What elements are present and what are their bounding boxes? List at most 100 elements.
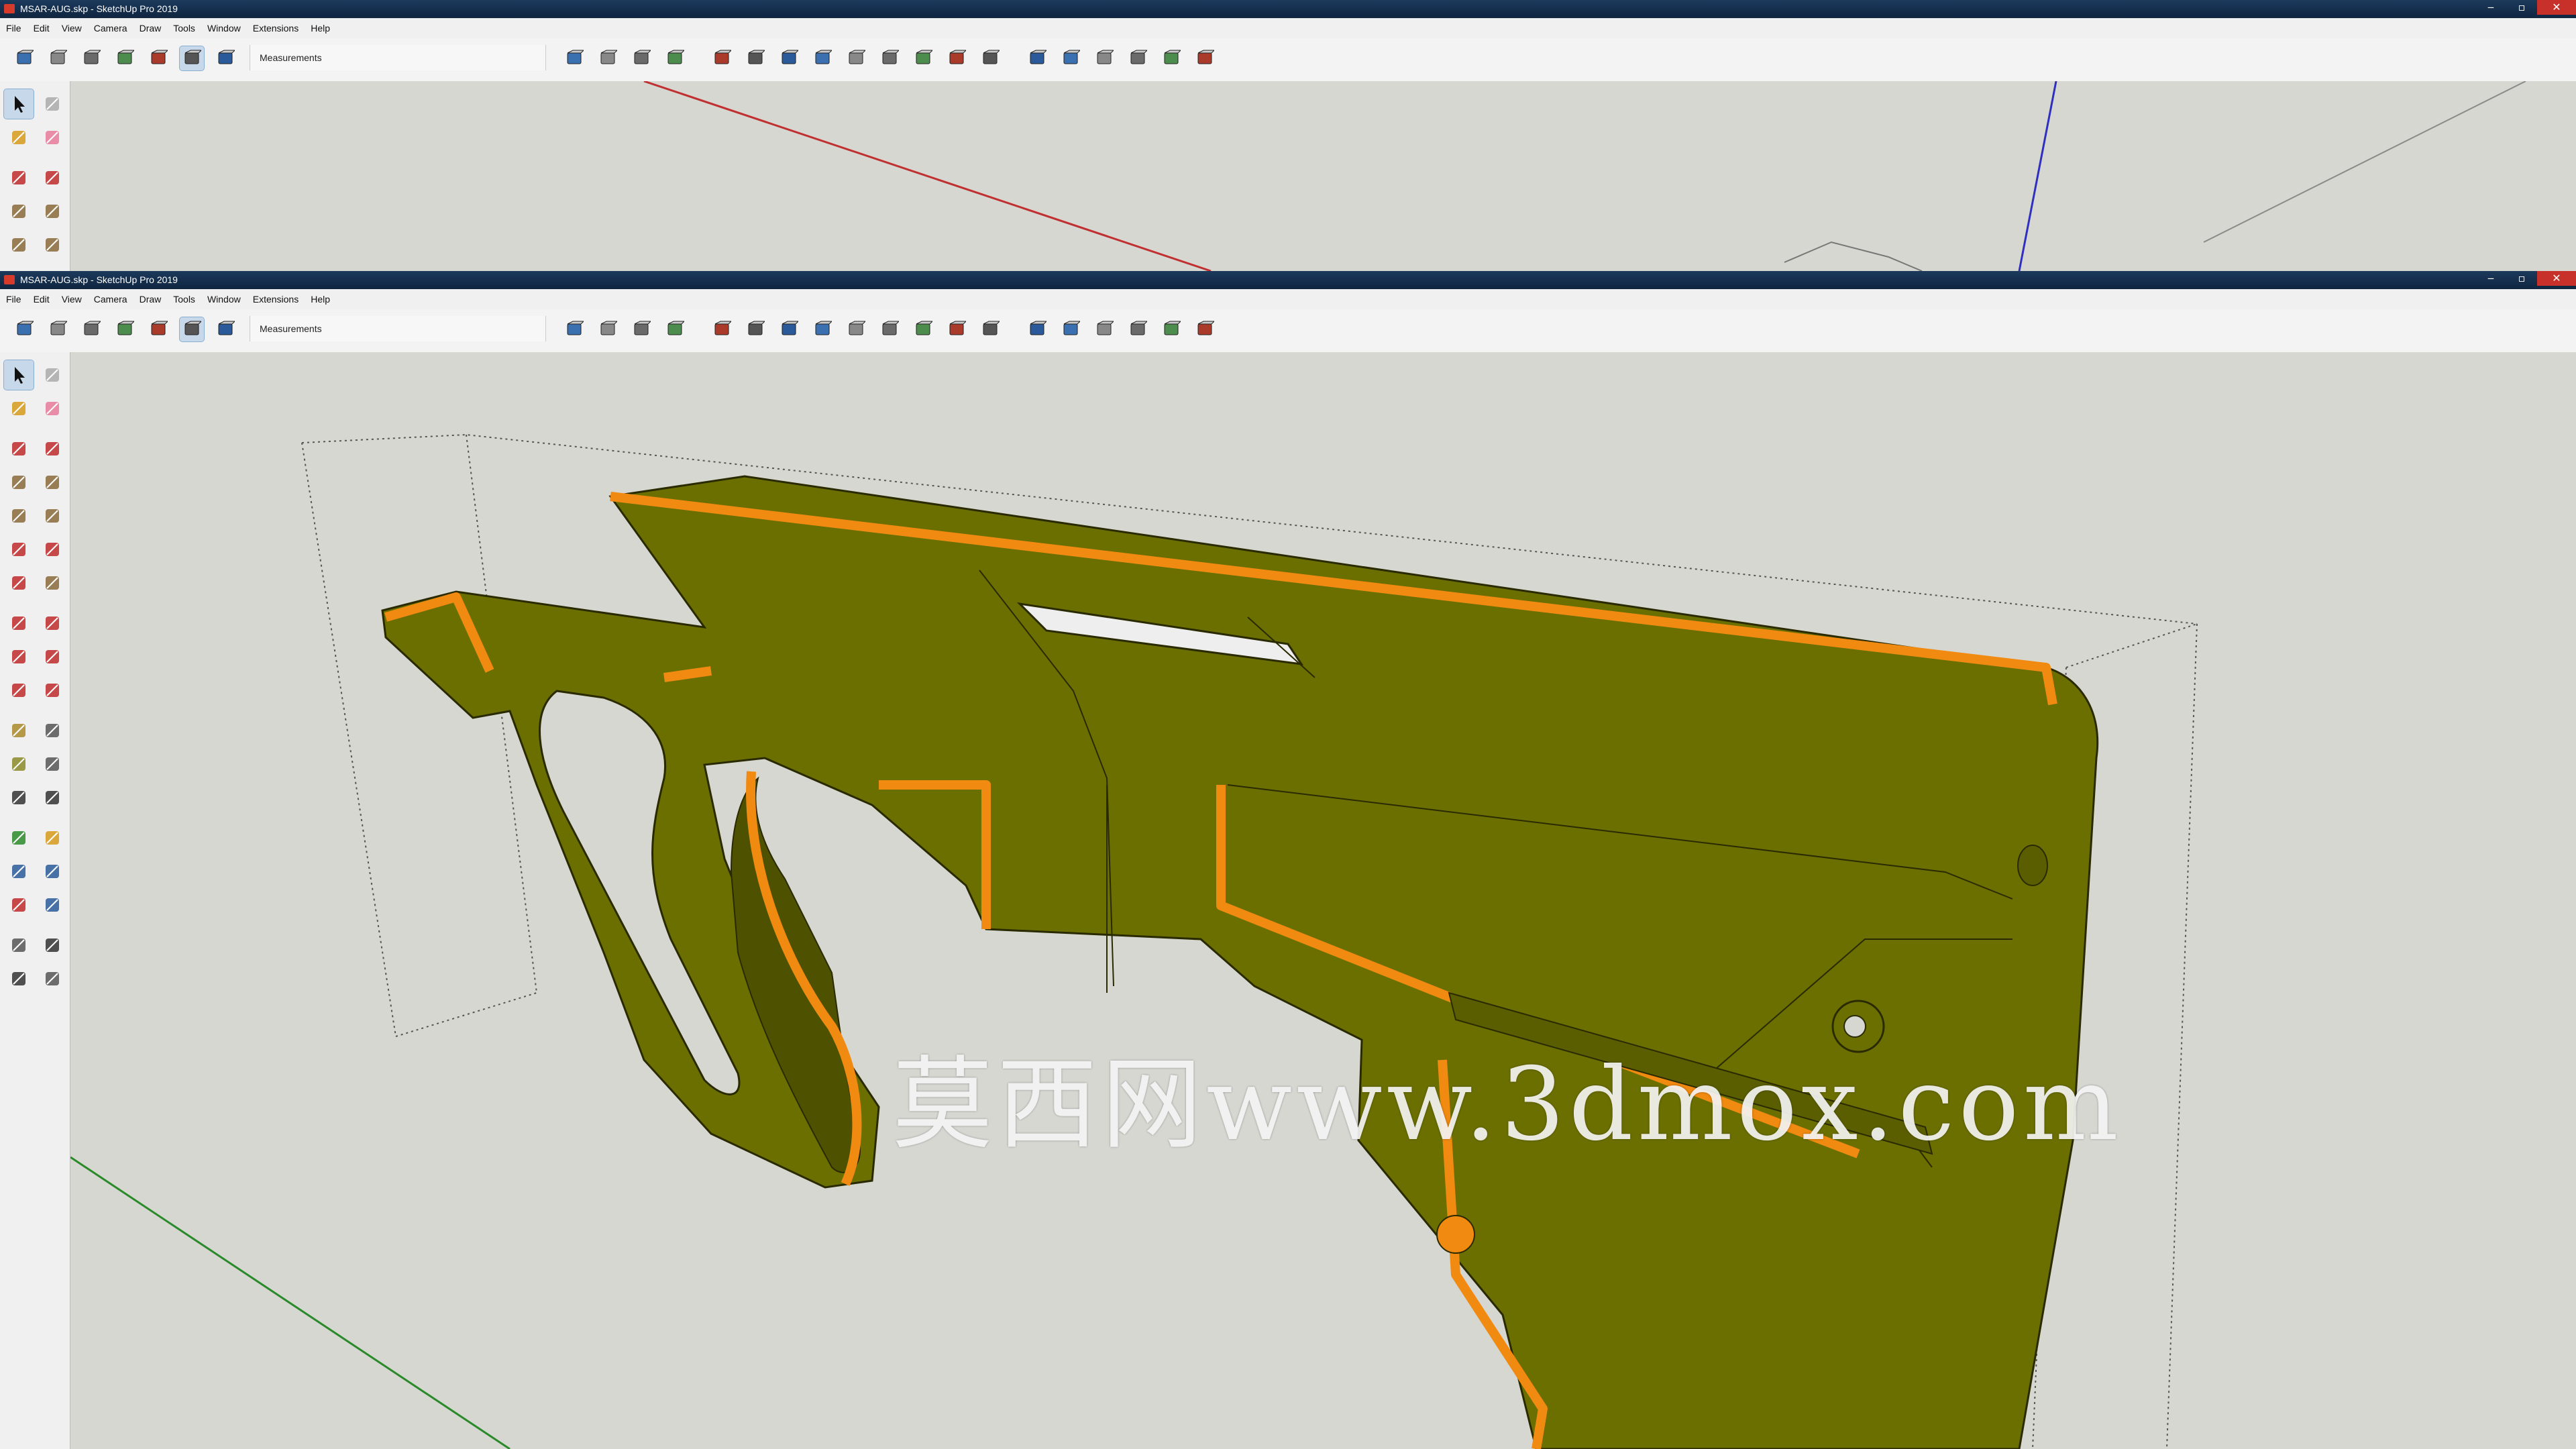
- flip-edge-icon[interactable]: [777, 46, 801, 70]
- two-point-arc-icon[interactable]: [38, 535, 67, 564]
- menu-view[interactable]: View: [56, 18, 88, 38]
- position-camera-icon[interactable]: [4, 930, 34, 960]
- model-viewport[interactable]: 莫西网www.3dmox.com: [70, 352, 2576, 1449]
- iso-view-icon[interactable]: [1025, 46, 1049, 70]
- measurements-box[interactable]: Measurements: [250, 316, 546, 341]
- menu-camera[interactable]: Camera: [88, 289, 133, 309]
- menu-edit[interactable]: Edit: [28, 289, 56, 309]
- menu-camera[interactable]: Camera: [88, 18, 133, 38]
- tape-measure-icon[interactable]: [4, 716, 34, 745]
- solid-intersect-icon[interactable]: [844, 46, 868, 70]
- menu-tools[interactable]: Tools: [167, 289, 201, 309]
- right-view-icon[interactable]: [1126, 46, 1150, 70]
- menu-tools[interactable]: Tools: [167, 18, 201, 38]
- polygon-icon[interactable]: [38, 230, 67, 260]
- section-plane-icon[interactable]: [38, 964, 67, 994]
- walk-icon[interactable]: [4, 964, 34, 994]
- menu-file[interactable]: File: [0, 18, 28, 38]
- rotated-rectangle-icon[interactable]: [38, 197, 67, 226]
- monochrome-icon[interactable]: [213, 317, 237, 341]
- axes-icon[interactable]: [4, 783, 34, 812]
- model-viewport[interactable]: [70, 81, 2576, 271]
- menu-window[interactable]: Window: [201, 289, 247, 309]
- paint-bucket-icon[interactable]: [4, 123, 34, 152]
- select-arrow-icon[interactable]: [3, 360, 34, 390]
- solid-outer-shell-icon[interactable]: [810, 46, 835, 70]
- previous-view-icon[interactable]: [38, 890, 67, 920]
- xray-icon[interactable]: [46, 46, 70, 70]
- iso-view-icon[interactable]: [1025, 317, 1049, 341]
- flip-edge-icon[interactable]: [777, 317, 801, 341]
- sandbox-scratch-icon[interactable]: [596, 46, 620, 70]
- shaded-icon[interactable]: [146, 46, 170, 70]
- menu-draw[interactable]: Draw: [133, 18, 168, 38]
- drape-icon[interactable]: [710, 317, 734, 341]
- menu-view[interactable]: View: [56, 289, 88, 309]
- monochrome-icon[interactable]: [213, 46, 237, 70]
- circle-icon[interactable]: [4, 501, 34, 531]
- protractor-icon[interactable]: [4, 749, 34, 779]
- shaded-textures-icon[interactable]: [179, 46, 205, 71]
- shaded-box-icon[interactable]: [12, 46, 36, 70]
- menu-extensions[interactable]: Extensions: [247, 289, 305, 309]
- minimize-button[interactable]: ‒: [2475, 0, 2506, 15]
- menu-draw[interactable]: Draw: [133, 289, 168, 309]
- shaded-box-icon[interactable]: [12, 317, 36, 341]
- add-detail-icon[interactable]: [743, 46, 767, 70]
- top-view-icon[interactable]: [1059, 317, 1083, 341]
- stamp-icon[interactable]: [663, 317, 687, 341]
- right-view-icon[interactable]: [1126, 317, 1150, 341]
- left-view-icon[interactable]: [1193, 317, 1217, 341]
- menu-file[interactable]: File: [0, 289, 28, 309]
- left-view-icon[interactable]: [1193, 46, 1217, 70]
- pan-icon[interactable]: [38, 823, 67, 853]
- maximize-button[interactable]: ▫: [2506, 0, 2537, 15]
- polygon-icon[interactable]: [38, 501, 67, 531]
- sandbox-smoove-icon[interactable]: [629, 46, 653, 70]
- select-arrow-icon[interactable]: [3, 89, 34, 119]
- rectangle-icon[interactable]: [4, 468, 34, 497]
- line-pencil-icon[interactable]: [4, 163, 34, 193]
- front-view-icon[interactable]: [1092, 317, 1116, 341]
- follow-me-icon[interactable]: [38, 642, 67, 672]
- solid-subtract-icon[interactable]: [911, 46, 935, 70]
- stamp-icon[interactable]: [663, 46, 687, 70]
- move-icon[interactable]: [4, 608, 34, 638]
- back-view-icon[interactable]: [1159, 317, 1183, 341]
- solid-trim-icon[interactable]: [945, 46, 969, 70]
- solid-split-icon[interactable]: [978, 317, 1002, 341]
- menu-help[interactable]: Help: [305, 18, 336, 38]
- menu-help[interactable]: Help: [305, 289, 336, 309]
- push-pull-icon[interactable]: [38, 608, 67, 638]
- line-pencil-icon[interactable]: [4, 434, 34, 464]
- scale-icon[interactable]: [4, 676, 34, 705]
- solid-trim-icon[interactable]: [945, 317, 969, 341]
- solid-union-icon[interactable]: [877, 317, 902, 341]
- drape-icon[interactable]: [710, 46, 734, 70]
- rotate-icon[interactable]: [4, 642, 34, 672]
- close-button[interactable]: ✕: [2537, 0, 2576, 15]
- zoom-extents-icon[interactable]: [4, 890, 34, 920]
- menu-edit[interactable]: Edit: [28, 18, 56, 38]
- front-view-icon[interactable]: [1092, 46, 1116, 70]
- sandbox-contours-icon[interactable]: [562, 46, 586, 70]
- 3d-text-icon[interactable]: [38, 783, 67, 812]
- text-icon[interactable]: [38, 749, 67, 779]
- paint-bucket-icon[interactable]: [4, 394, 34, 423]
- make-component-icon[interactable]: [38, 89, 67, 119]
- zoom-window-icon[interactable]: [38, 857, 67, 886]
- add-detail-icon[interactable]: [743, 317, 767, 341]
- eraser-icon[interactable]: [38, 123, 67, 152]
- circle-icon[interactable]: [4, 230, 34, 260]
- orbit-icon[interactable]: [4, 823, 34, 853]
- freehand-icon[interactable]: [38, 163, 67, 193]
- hidden-line-icon[interactable]: [113, 317, 137, 341]
- solid-outer-shell-icon[interactable]: [810, 317, 835, 341]
- pie-icon[interactable]: [38, 568, 67, 598]
- rectangle-icon[interactable]: [4, 197, 34, 226]
- sandbox-scratch-icon[interactable]: [596, 317, 620, 341]
- menu-extensions[interactable]: Extensions: [247, 18, 305, 38]
- shaded-icon[interactable]: [146, 317, 170, 341]
- back-view-icon[interactable]: [1159, 46, 1183, 70]
- maximize-button[interactable]: ▫: [2506, 271, 2537, 286]
